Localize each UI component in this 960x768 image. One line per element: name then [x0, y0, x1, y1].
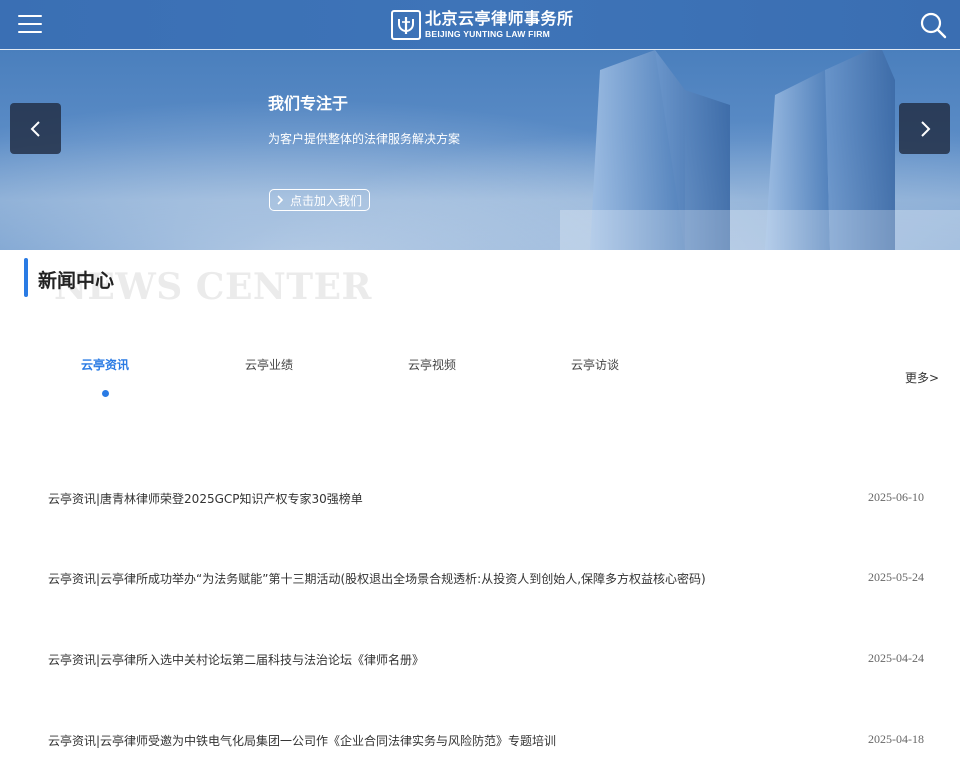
more-link[interactable]: 更多> — [905, 369, 939, 386]
logo-name-en: BEIJING YUNTING LAW FIRM — [425, 28, 550, 39]
tab-videos[interactable]: 云亭视频 — [408, 356, 456, 373]
section-accent-bar — [24, 258, 28, 297]
news-title: 云亭资讯|云亭律所入选中关村论坛第二届科技与法治论坛《律师名册》 — [48, 653, 425, 667]
top-header: 北京云亭律师事务所 BEIJING YUNTING LAW FIRM — [0, 0, 960, 50]
logo[interactable]: 北京云亭律师事务所 BEIJING YUNTING LAW FIRM — [391, 8, 574, 41]
search-icon[interactable] — [919, 11, 947, 39]
hero-banner: 我们专注于 为客户提供整体的法律服务解决方案 点击加入我们 — [0, 50, 960, 250]
join-us-button[interactable]: 点击加入我们 — [269, 189, 371, 211]
tab-news[interactable]: 云亭资讯 — [81, 356, 129, 373]
tab-interviews[interactable]: 云亭访谈 — [571, 356, 619, 373]
chevron-left-icon — [30, 120, 40, 137]
active-tab-indicator — [102, 390, 109, 397]
news-title: 云亭资讯|云亭律所成功举办“为法务赋能”第十三期活动(股权退出全场景合规透析:从… — [48, 572, 706, 586]
logo-name-cn: 北京云亭律师事务所 — [425, 8, 574, 28]
news-item[interactable]: 云亭资讯|云亭律师受邀为中铁电气化局集团一公司作《企业合同法律实务与风险防范》专… — [48, 732, 924, 752]
join-us-label: 点击加入我们 — [290, 193, 363, 208]
menu-icon[interactable] — [18, 15, 42, 35]
news-item[interactable]: 云亭资讯|唐青林律师荣登2025GCP知识产权专家30强榜单 2025-06-1… — [48, 490, 924, 510]
banner-prev-button[interactable] — [10, 103, 61, 154]
tab-achievements[interactable]: 云亭业绩 — [245, 356, 293, 373]
news-date: 2025-04-24 — [868, 651, 924, 665]
chevron-right-icon — [920, 120, 930, 137]
chevron-right-icon — [277, 195, 284, 205]
news-title: 云亭资讯|唐青林律师荣登2025GCP知识产权专家30强榜单 — [48, 492, 363, 506]
news-title: 云亭资讯|云亭律师受邀为中铁电气化局集团一公司作《企业合同法律实务与风险防范》专… — [48, 734, 557, 748]
news-date: 2025-06-10 — [868, 490, 924, 504]
banner-subtitle: 为客户提供整体的法律服务解决方案 — [268, 132, 461, 146]
logo-mark-icon — [391, 9, 421, 40]
section-title: 新闻中心 — [38, 270, 115, 292]
news-date: 2025-05-24 — [868, 570, 924, 584]
news-item[interactable]: 云亭资讯|云亭律所入选中关村论坛第二届科技与法治论坛《律师名册》 2025-04… — [48, 651, 924, 671]
banner-next-button[interactable] — [899, 103, 950, 154]
news-date: 2025-04-18 — [868, 732, 924, 746]
banner-title: 我们专注于 — [268, 94, 349, 113]
news-item[interactable]: 云亭资讯|云亭律所成功举办“为法务赋能”第十三期活动(股权退出全场景合规透析:从… — [48, 570, 924, 590]
